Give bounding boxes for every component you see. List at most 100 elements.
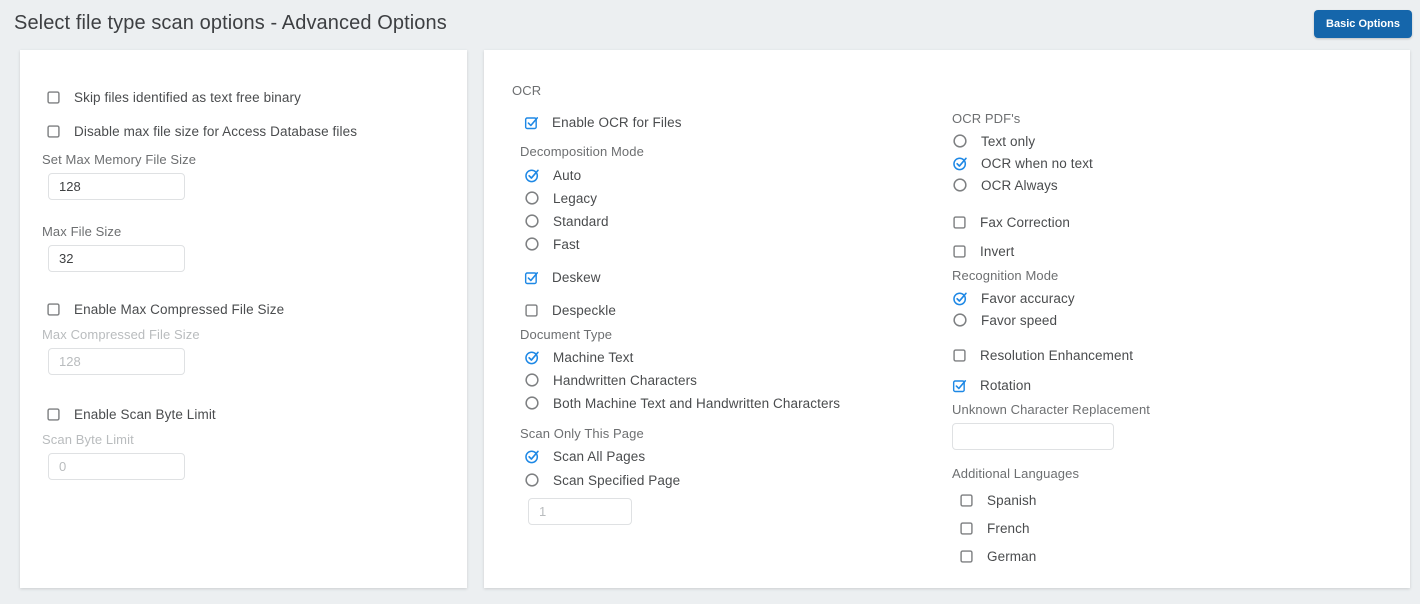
radio-label: Favor accuracy (981, 290, 1075, 306)
radio-pdf-ocr-when-no-text[interactable]: OCR when no text (952, 155, 1386, 171)
radio-unselected-icon (524, 372, 540, 388)
checkbox-label: German (987, 549, 1037, 564)
checkbox-label: Disable max file size for Access Databas… (74, 124, 358, 139)
radio-favor-accuracy[interactable]: Favor accuracy (952, 290, 1386, 306)
checkbox-label: Enable Scan Byte Limit (74, 407, 216, 422)
ocr-column: OCR Enable OCR for Files Decomposition M… (512, 83, 952, 588)
ocr-options-panel: OCR Enable OCR for Files Decomposition M… (484, 50, 1410, 588)
checkbox-label: Invert (980, 244, 1015, 259)
checkbox-unchecked-icon (46, 90, 61, 105)
radio-label: OCR when no text (981, 155, 1093, 171)
checkbox-label: Deskew (552, 270, 601, 285)
checkbox-enable-ocr[interactable]: Enable OCR for Files (524, 115, 952, 130)
checkbox-checked-icon (524, 270, 539, 285)
radio-unselected-icon (952, 133, 968, 149)
radio-selected-icon (524, 448, 540, 464)
radio-decomposition-fast[interactable]: Fast (524, 236, 952, 252)
max-compressed-label: Max Compressed File Size (42, 327, 200, 342)
checkbox-fax-correction[interactable]: Fax Correction (952, 215, 1386, 230)
checkbox-label: Resolution Enhancement (980, 348, 1134, 363)
scan-only-this-page-heading: Scan Only This Page (520, 426, 644, 441)
checkbox-checked-icon (952, 378, 967, 393)
radio-selected-icon (952, 290, 968, 306)
radio-label: Machine Text (553, 349, 634, 365)
radio-label: Fast (553, 236, 580, 252)
radio-label: Text only (981, 133, 1036, 149)
checkbox-unchecked-icon (46, 407, 61, 422)
checkbox-language-german[interactable]: German (959, 549, 1386, 564)
checkbox-invert[interactable]: Invert (952, 244, 1386, 259)
checkbox-unchecked-icon (959, 493, 974, 508)
max-compressed-input (48, 348, 185, 375)
radio-selected-icon (524, 167, 540, 183)
set-max-memory-label: Set Max Memory File Size (42, 152, 197, 167)
radio-doc-both[interactable]: Both Machine Text and Handwritten Charac… (524, 395, 952, 411)
checkbox-unchecked-icon (959, 521, 974, 536)
checkbox-despeckle[interactable]: Despeckle (524, 303, 952, 318)
radio-doc-handwritten[interactable]: Handwritten Characters (524, 372, 952, 388)
file-size-options-panel: Skip files identified as text free binar… (20, 50, 467, 588)
checkbox-unchecked-icon (952, 244, 967, 259)
radio-unselected-icon (952, 312, 968, 328)
radio-pdf-text-only[interactable]: Text only (952, 133, 1386, 149)
main-content: Skip files identified as text free binar… (20, 50, 1410, 590)
checkbox-unchecked-icon (46, 124, 61, 139)
radio-scan-all-pages[interactable]: Scan All Pages (524, 448, 952, 464)
scan-byte-limit-label: Scan Byte Limit (42, 432, 134, 447)
radio-decomposition-legacy[interactable]: Legacy (524, 190, 952, 206)
radio-decomposition-auto[interactable]: Auto (524, 167, 952, 183)
radio-scan-specified-page[interactable]: Scan Specified Page (524, 472, 952, 488)
unknown-char-replacement-input[interactable] (952, 423, 1114, 450)
radio-label: Standard (553, 213, 609, 229)
radio-label: Handwritten Characters (553, 372, 698, 388)
checkbox-label: Spanish (987, 493, 1037, 508)
checkbox-label: Despeckle (552, 303, 616, 318)
checkbox-deskew[interactable]: Deskew (524, 270, 952, 285)
ocr-pdf-column: OCR PDF's Text only OCR when no text OCR… (952, 111, 1386, 588)
additional-languages-heading: Additional Languages (952, 466, 1080, 481)
ocr-pdfs-heading: OCR PDF's (952, 111, 1021, 126)
checkbox-disable-max-access-db[interactable]: Disable max file size for Access Databas… (46, 124, 443, 139)
radio-decomposition-standard[interactable]: Standard (524, 213, 952, 229)
checkbox-resolution-enhancement[interactable]: Resolution Enhancement (952, 348, 1386, 363)
checkbox-skip-text-free-binary[interactable]: Skip files identified as text free binar… (46, 90, 443, 105)
basic-options-button[interactable]: Basic Options (1314, 10, 1412, 38)
specified-page-input (528, 498, 632, 525)
radio-label: Both Machine Text and Handwritten Charac… (553, 395, 841, 411)
radio-unselected-icon (524, 213, 540, 229)
checkbox-label: Rotation (980, 378, 1032, 393)
radio-label: Scan Specified Page (553, 472, 681, 488)
checkbox-unchecked-icon (952, 348, 967, 363)
unknown-char-replacement-label: Unknown Character Replacement (952, 402, 1150, 417)
page-header: Select file type scan options - Advanced… (0, 0, 1420, 50)
radio-label: Scan All Pages (553, 448, 646, 464)
checkbox-unchecked-icon (524, 303, 539, 318)
radio-label: Auto (553, 167, 582, 183)
max-file-size-label: Max File Size (42, 224, 122, 239)
radio-pdf-ocr-always[interactable]: OCR Always (952, 177, 1386, 193)
page-title: Select file type scan options - Advanced… (14, 12, 447, 34)
checkbox-language-spanish[interactable]: Spanish (959, 493, 1386, 508)
document-type-heading: Document Type (520, 327, 613, 342)
radio-favor-speed[interactable]: Favor speed (952, 312, 1386, 328)
radio-doc-machine-text[interactable]: Machine Text (524, 349, 952, 365)
checkbox-unchecked-icon (46, 302, 61, 317)
radio-unselected-icon (524, 236, 540, 252)
ocr-heading: OCR (512, 83, 542, 98)
checkbox-label: Skip files identified as text free binar… (74, 90, 301, 105)
radio-label: Legacy (553, 190, 598, 206)
checkbox-rotation[interactable]: Rotation (952, 378, 1386, 393)
checkbox-language-french[interactable]: French (959, 521, 1386, 536)
checkbox-unchecked-icon (959, 549, 974, 564)
radio-selected-icon (952, 155, 968, 171)
max-file-size-input[interactable] (48, 245, 185, 272)
checkbox-unchecked-icon (952, 215, 967, 230)
radio-unselected-icon (952, 177, 968, 193)
radio-unselected-icon (524, 190, 540, 206)
checkbox-enable-scan-byte-limit[interactable]: Enable Scan Byte Limit (46, 407, 443, 422)
set-max-memory-input[interactable] (48, 173, 185, 200)
checkbox-label: French (987, 521, 1030, 536)
decomposition-mode-heading: Decomposition Mode (520, 144, 644, 159)
checkbox-label: Enable Max Compressed File Size (74, 302, 285, 317)
checkbox-enable-max-compressed[interactable]: Enable Max Compressed File Size (46, 302, 443, 317)
